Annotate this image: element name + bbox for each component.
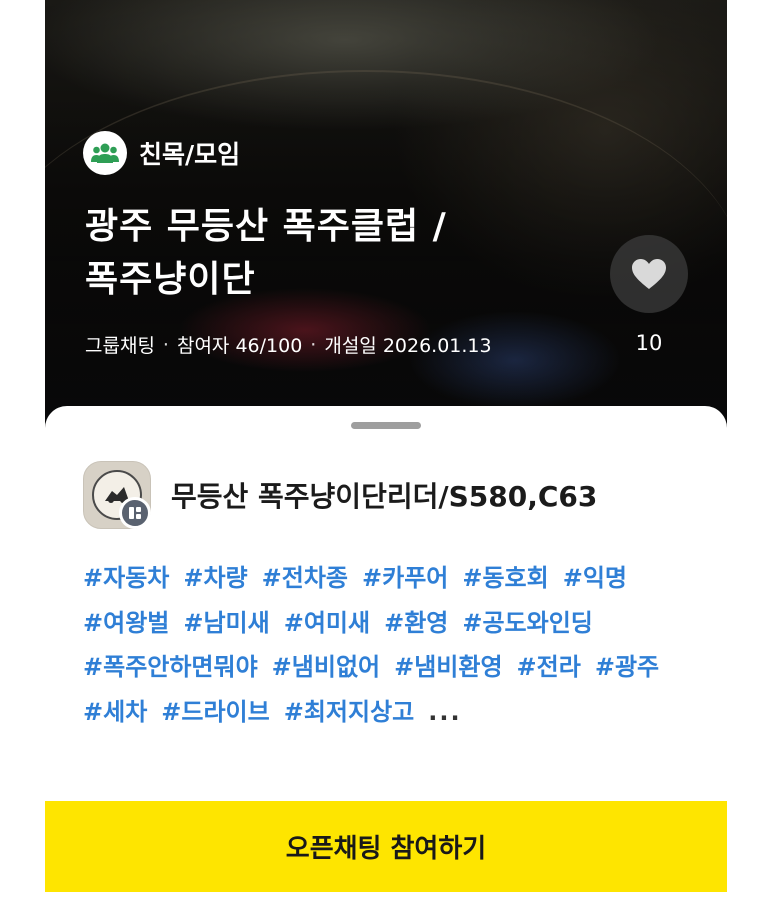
hashtag[interactable]: #여왕벌 [83, 601, 169, 646]
group-people-icon [83, 131, 127, 175]
hashtag[interactable]: #폭주안하면뭐야 [83, 645, 258, 690]
hashtag[interactable]: #카푸어 [362, 556, 448, 601]
hashtag[interactable]: #동호회 [462, 556, 548, 601]
hashtag[interactable]: #차량 [183, 556, 247, 601]
like-count: 10 [635, 331, 663, 355]
chat-type: 그룹채팅 [85, 335, 155, 357]
hashtag[interactable]: #공도와인딩 [462, 601, 593, 646]
chat-room-title-line2: 폭주냥이단 [85, 259, 256, 300]
hashtag[interactable]: #최저지상고 [284, 690, 415, 735]
created-date: 개설일 2026.01.13 [324, 335, 492, 357]
chat-room-meta: 그룹채팅 · 참여자 46/100 · 개설일 2026.01.13 [85, 331, 492, 358]
heart-icon [632, 259, 666, 289]
member-count: 참여자 46/100 [176, 335, 303, 357]
owner-name: 무등산 폭주냥이단리더/S580,C63 [171, 480, 598, 513]
category-chip: 친목/모임 [83, 131, 240, 175]
owner-profile: 무등산 폭주냥이단리더/S580,C63 [83, 461, 597, 529]
owner-avatar[interactable] [83, 461, 151, 529]
hashtag[interactable]: #냄비환영 [394, 645, 502, 690]
hashtag[interactable]: #자동차 [83, 556, 169, 601]
like-button[interactable] [610, 235, 688, 313]
hashtag[interactable]: #환영 [384, 601, 448, 646]
hashtag[interactable]: #익명 [563, 556, 627, 601]
hashtag[interactable]: #남미새 [183, 601, 269, 646]
category-label: 친목/모임 [139, 140, 241, 169]
join-open-chat-button[interactable]: 오픈채팅 참여하기 [45, 801, 727, 892]
hashtag-more[interactable]: ... [428, 690, 461, 735]
chat-room-title: 광주 무등산 폭주클럽 / 폭주냥이단 [85, 200, 565, 306]
sheet-drag-handle[interactable] [351, 422, 421, 429]
hashtag[interactable]: #냄비없어 [272, 645, 380, 690]
hashtag[interactable]: #여미새 [284, 601, 370, 646]
chat-room-title-line1: 광주 무등산 폭주클럽 / [85, 206, 447, 247]
host-badge-icon [119, 497, 151, 529]
hashtag[interactable]: #전라 [517, 645, 581, 690]
hashtag[interactable]: #전차종 [262, 556, 348, 601]
open-chat-preview: 친목/모임 광주 무등산 폭주클럽 / 폭주냥이단 그룹채팅 · 참여자 46/… [0, 0, 772, 906]
meta-separator: · [310, 333, 317, 356]
hashtag[interactable]: #광주 [595, 645, 659, 690]
hashtag[interactable]: #드라이브 [161, 690, 269, 735]
meta-separator: · [162, 333, 169, 356]
hashtag[interactable]: #세차 [83, 690, 147, 735]
hashtag-list: #자동차 #차량 #전차종 #카푸어 #동호회 #익명 #여왕벌 #남미새 #여… [83, 556, 703, 734]
